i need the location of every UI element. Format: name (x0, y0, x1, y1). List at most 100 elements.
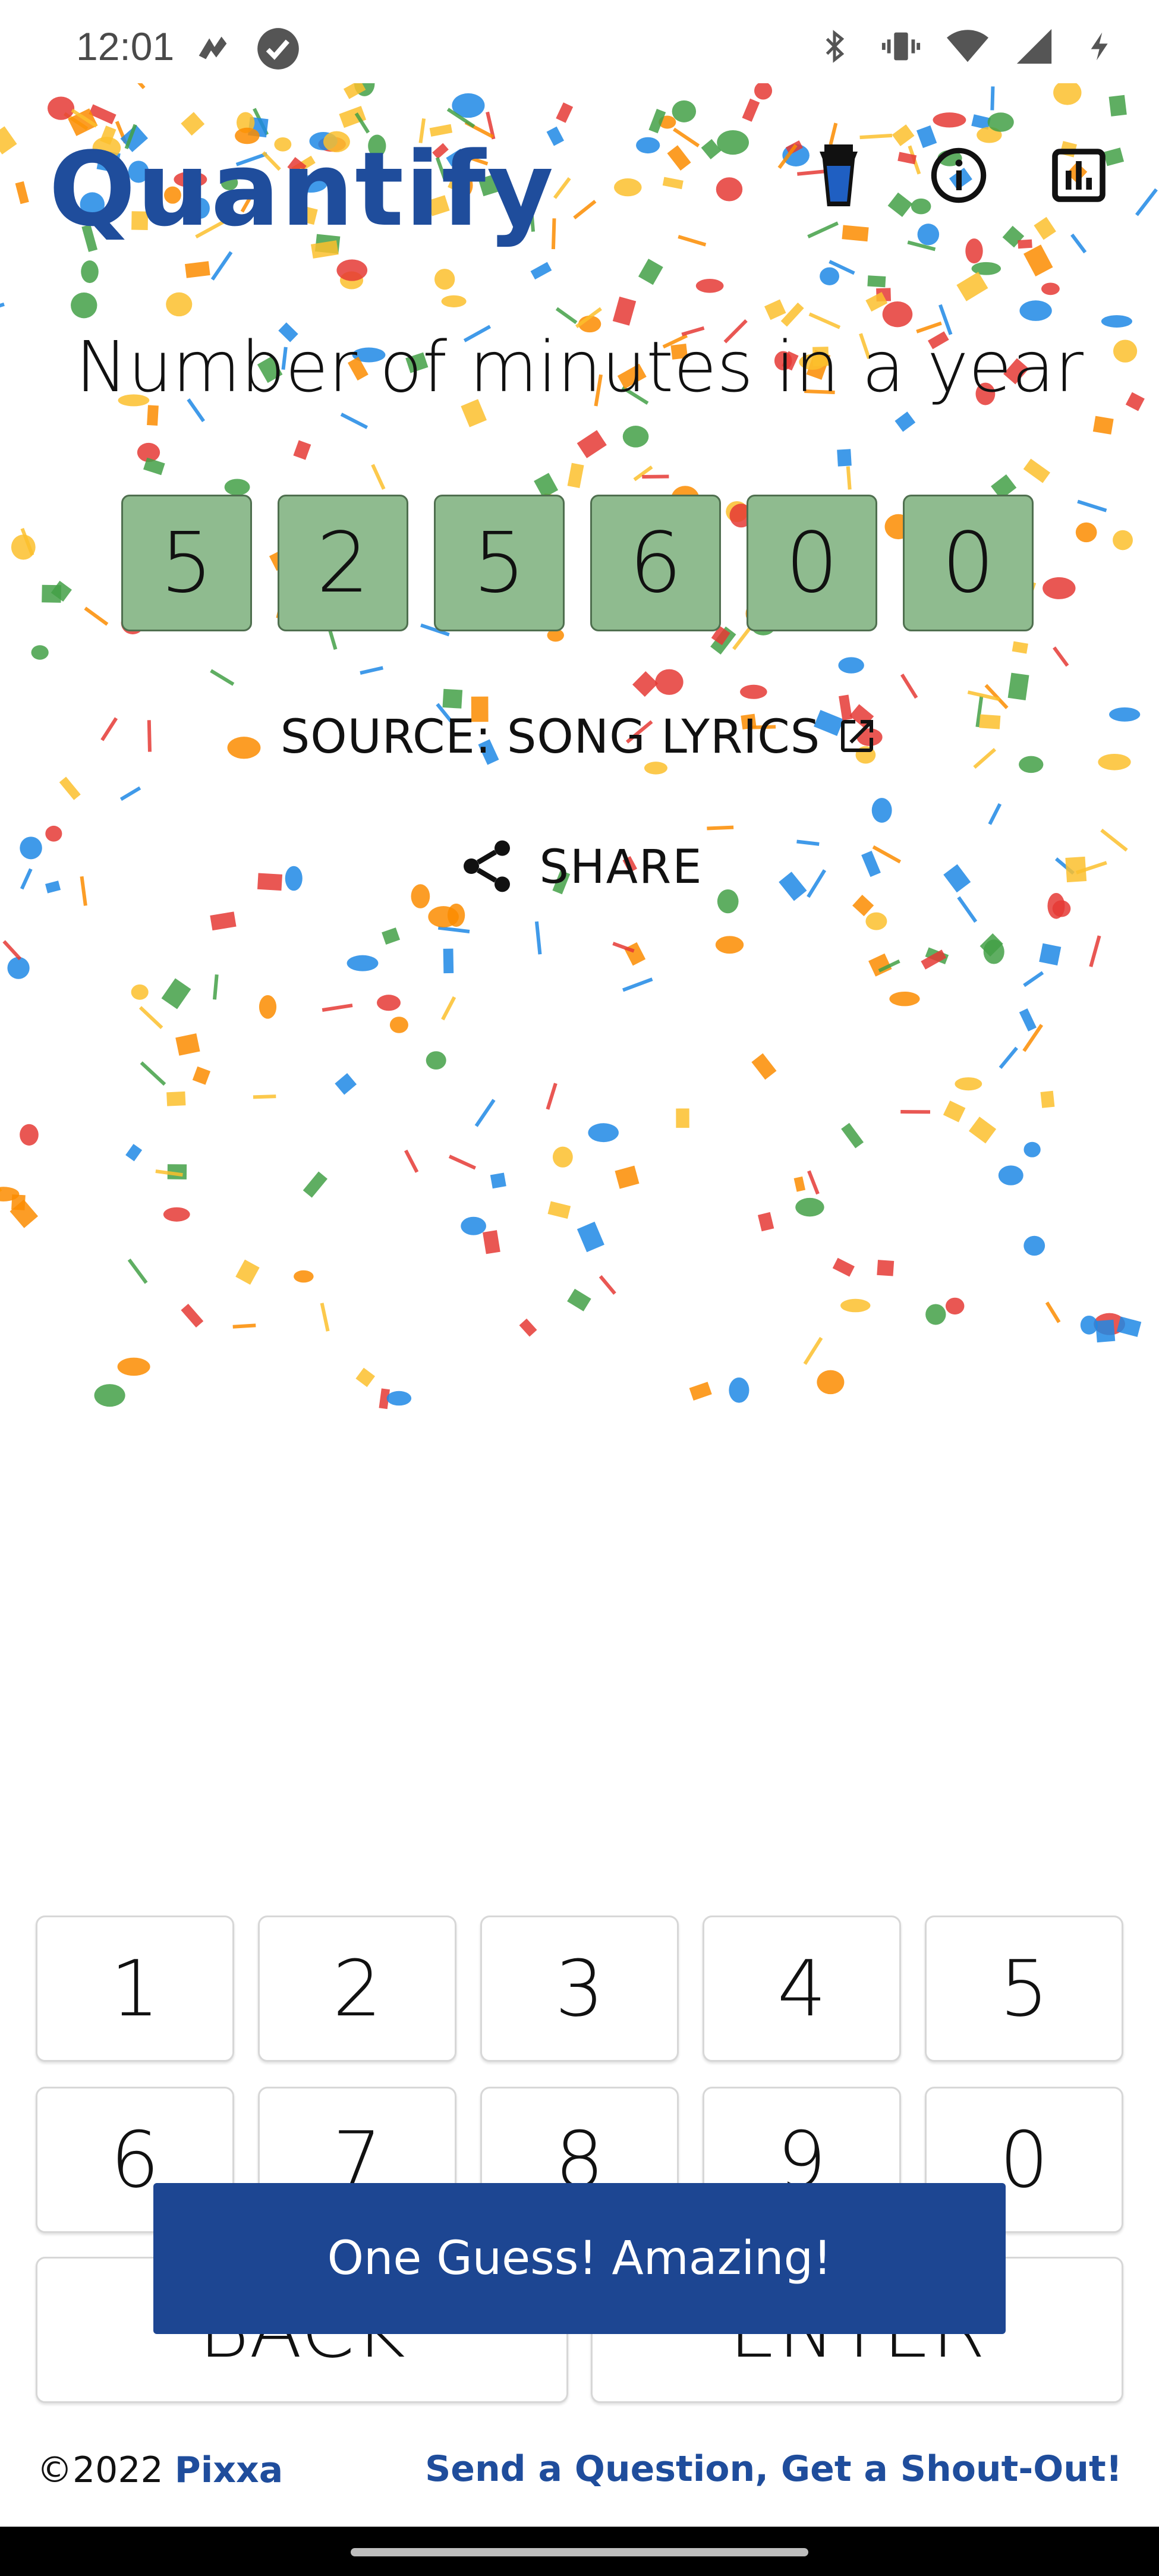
confetti-piece (447, 903, 465, 927)
confetti-piece (1041, 282, 1060, 295)
key-5[interactable]: 5 (925, 1916, 1123, 2062)
confetti-piece (659, 115, 676, 129)
confetti-piece (956, 272, 988, 301)
confetti-piece (676, 1108, 689, 1128)
share-button[interactable]: SHARE (0, 835, 1159, 899)
confetti-piece (1034, 216, 1056, 240)
shout-out-link[interactable]: Send a Question, Get a Shout-Out! (425, 2448, 1122, 2490)
confetti-piece (895, 411, 916, 432)
confetti-piece (1116, 1316, 1142, 1337)
key-3[interactable]: 3 (480, 1916, 679, 2062)
confetti-piece (546, 1083, 558, 1110)
digit-tile: 2 (278, 495, 408, 631)
stats-icon[interactable] (1046, 143, 1111, 208)
share-label: SHARE (539, 841, 703, 894)
confetti-piece (632, 671, 659, 697)
confetti-piece (757, 1212, 774, 1232)
confetti-piece (751, 1053, 777, 1080)
confetti-piece (0, 1187, 20, 1201)
confetti-piece (490, 1172, 506, 1189)
confetti-piece (793, 1176, 806, 1192)
confetti-piece (943, 1100, 966, 1122)
confetti-piece (612, 296, 637, 326)
confetti-piece (599, 1275, 616, 1295)
confetti-piece (441, 996, 456, 1021)
confetti-piece (483, 1230, 500, 1254)
key-2[interactable]: 2 (258, 1916, 456, 2062)
source-link[interactable]: SOURCE: SONG LYRICS (0, 710, 1159, 764)
coffee-cup-icon[interactable] (806, 143, 871, 208)
confetti-piece (212, 974, 219, 1000)
info-icon[interactable] (926, 143, 991, 208)
confetti-piece (15, 181, 29, 205)
confetti-piece (829, 260, 855, 275)
confetti-piece (877, 1260, 895, 1276)
confetti-piece (968, 1116, 997, 1144)
confetti-piece (184, 261, 210, 278)
confetti-piece (253, 1094, 276, 1099)
confetti-piece (1012, 641, 1028, 654)
confetti-piece (1045, 1301, 1061, 1323)
confetti-piece (878, 959, 900, 973)
confetti-piece (988, 803, 1002, 825)
digit-tile: 6 (590, 495, 721, 631)
confetti-piece (965, 238, 983, 264)
confetti-piece (47, 96, 75, 120)
confetti-piece (967, 690, 1000, 702)
confetti-piece (320, 1303, 330, 1332)
confetti-piece (347, 955, 379, 971)
confetti-piece (999, 1046, 1018, 1070)
confetti-piece (371, 464, 386, 490)
battery-charging-icon (1078, 24, 1123, 69)
confetti-piece (945, 1297, 965, 1315)
confetti-piece (667, 145, 691, 171)
confetti-piece (89, 104, 116, 125)
confetti-piece (137, 442, 160, 463)
confetti-piece (567, 463, 584, 489)
confetti-piece (555, 307, 578, 325)
confetti-piece (1080, 1315, 1098, 1335)
confetti-piece (175, 1033, 200, 1056)
confetti-piece (859, 133, 893, 140)
confetti-piece (577, 1221, 604, 1253)
home-handle[interactable] (351, 2548, 808, 2556)
confetti-piece (1070, 233, 1087, 254)
confetti-piece (519, 1318, 537, 1337)
confetti-piece (987, 112, 1014, 132)
confetti-piece (1007, 672, 1029, 700)
confetti-piece (672, 100, 697, 122)
confetti-piece (820, 267, 840, 285)
confetti-piece (785, 140, 803, 155)
confetti-piece (740, 684, 767, 699)
confetti-piece (1053, 646, 1069, 667)
confetti-piece (933, 112, 966, 128)
confetti-piece (441, 295, 467, 307)
key-4[interactable]: 4 (703, 1916, 901, 2062)
status-time: 12:01 (76, 24, 175, 68)
confetti-piece (131, 984, 149, 1000)
confetti-piece (442, 688, 463, 709)
confetti-piece (461, 1216, 486, 1235)
confetti-piece (155, 1169, 183, 1177)
confetti-piece (707, 825, 734, 831)
pixxa-link[interactable]: Pixxa (175, 2449, 283, 2491)
confetti-piece (1023, 1235, 1045, 1256)
vibrate-icon (878, 24, 924, 69)
confetti-piece (11, 1194, 26, 1210)
key-1[interactable]: 1 (36, 1916, 234, 2062)
confetti-piece (615, 1165, 640, 1189)
confetti-piece (840, 1298, 871, 1313)
confetti-piece (907, 240, 936, 251)
confetti-piece (803, 1336, 823, 1365)
confetti-piece (1043, 577, 1076, 599)
confetti-piece (612, 942, 635, 953)
confetti-piece (841, 1122, 864, 1149)
confetti-piece (1039, 943, 1062, 965)
source-label: SOURCE: SONG LYRICS (280, 710, 821, 764)
confetti-piece (434, 269, 455, 290)
confetti-piece (389, 1017, 408, 1033)
confetti-piece (181, 1303, 204, 1328)
confetti-piece (1077, 499, 1107, 512)
confetti-piece (655, 669, 684, 695)
external-link-icon (836, 715, 878, 760)
